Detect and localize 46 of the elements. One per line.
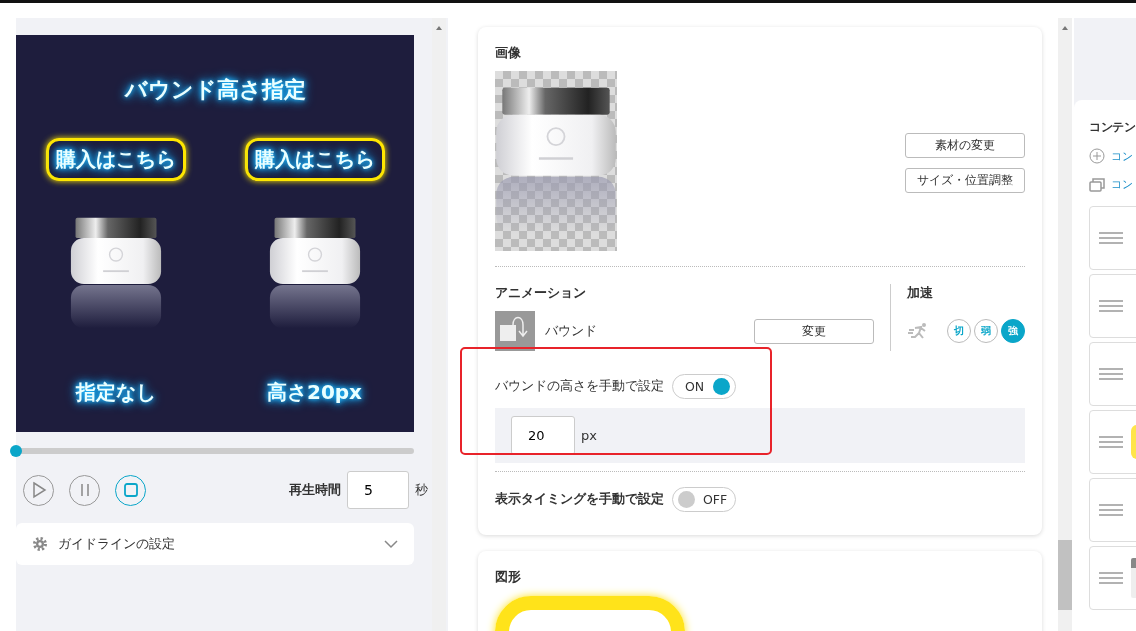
- scrollbar[interactable]: [432, 18, 446, 631]
- section-title: 図形: [495, 568, 522, 586]
- duration-input[interactable]: 5: [347, 471, 409, 509]
- preview-title: バウンド高さ指定: [124, 76, 306, 104]
- guideline-label: ガイドラインの設定: [58, 535, 176, 553]
- runner-icon: [907, 322, 929, 340]
- scrollbar-thumb[interactable]: [1058, 540, 1072, 610]
- settings-icon: [32, 536, 48, 552]
- panel-title: コンテン: [1089, 120, 1136, 135]
- content-item[interactable]: [1089, 478, 1136, 542]
- animation-name: バウンド: [545, 322, 597, 340]
- panel-link[interactable]: コン: [1111, 177, 1133, 192]
- content-item[interactable]: [1089, 546, 1136, 610]
- content-item[interactable]: [1089, 274, 1136, 338]
- drag-handle-icon: [1099, 504, 1123, 516]
- image-action-button[interactable]: サイズ・位置調整: [905, 168, 1025, 193]
- timeline-handle[interactable]: [10, 445, 22, 457]
- duration-unit: 秒: [415, 481, 428, 499]
- scrollbar[interactable]: [1058, 18, 1072, 631]
- toggle-switch[interactable]: OFF: [672, 487, 736, 512]
- bounce-icon: [495, 311, 535, 351]
- section-title: 加速: [907, 284, 934, 302]
- drag-handle-icon: [1099, 572, 1123, 584]
- height-input[interactable]: 20: [511, 416, 575, 455]
- drag-handle-icon: [1099, 436, 1123, 448]
- drag-handle-icon: [1099, 300, 1123, 312]
- preview-caption: 指定なし: [75, 379, 156, 406]
- content-item[interactable]: [1089, 206, 1136, 270]
- setting-label: バウンドの高さを手動で設定: [495, 378, 664, 395]
- change-button[interactable]: 変更: [754, 318, 874, 344]
- content-item[interactable]: [1089, 410, 1136, 474]
- duration-label: 再生時間: [289, 481, 341, 499]
- image-action-button[interactable]: 素材の変更: [905, 133, 1025, 158]
- unit-label: px: [581, 428, 597, 443]
- section-title: アニメーション: [495, 284, 587, 302]
- drag-handle-icon: [1099, 368, 1123, 380]
- plus-circle-icon: [1089, 148, 1105, 164]
- section-title: 画像: [495, 44, 522, 62]
- toggle-switch[interactable]: ON: [672, 374, 736, 399]
- drag-handle-icon: [1099, 232, 1123, 244]
- content-item[interactable]: [1089, 342, 1136, 406]
- layers-icon: [1089, 177, 1105, 192]
- preview-caption: 高さ20px: [266, 379, 363, 406]
- guideline-settings-bar[interactable]: ガイドラインの設定: [16, 523, 414, 565]
- setting-label: 表示タイミングを手動で設定: [495, 491, 664, 508]
- panel-link[interactable]: コン: [1111, 148, 1133, 164]
